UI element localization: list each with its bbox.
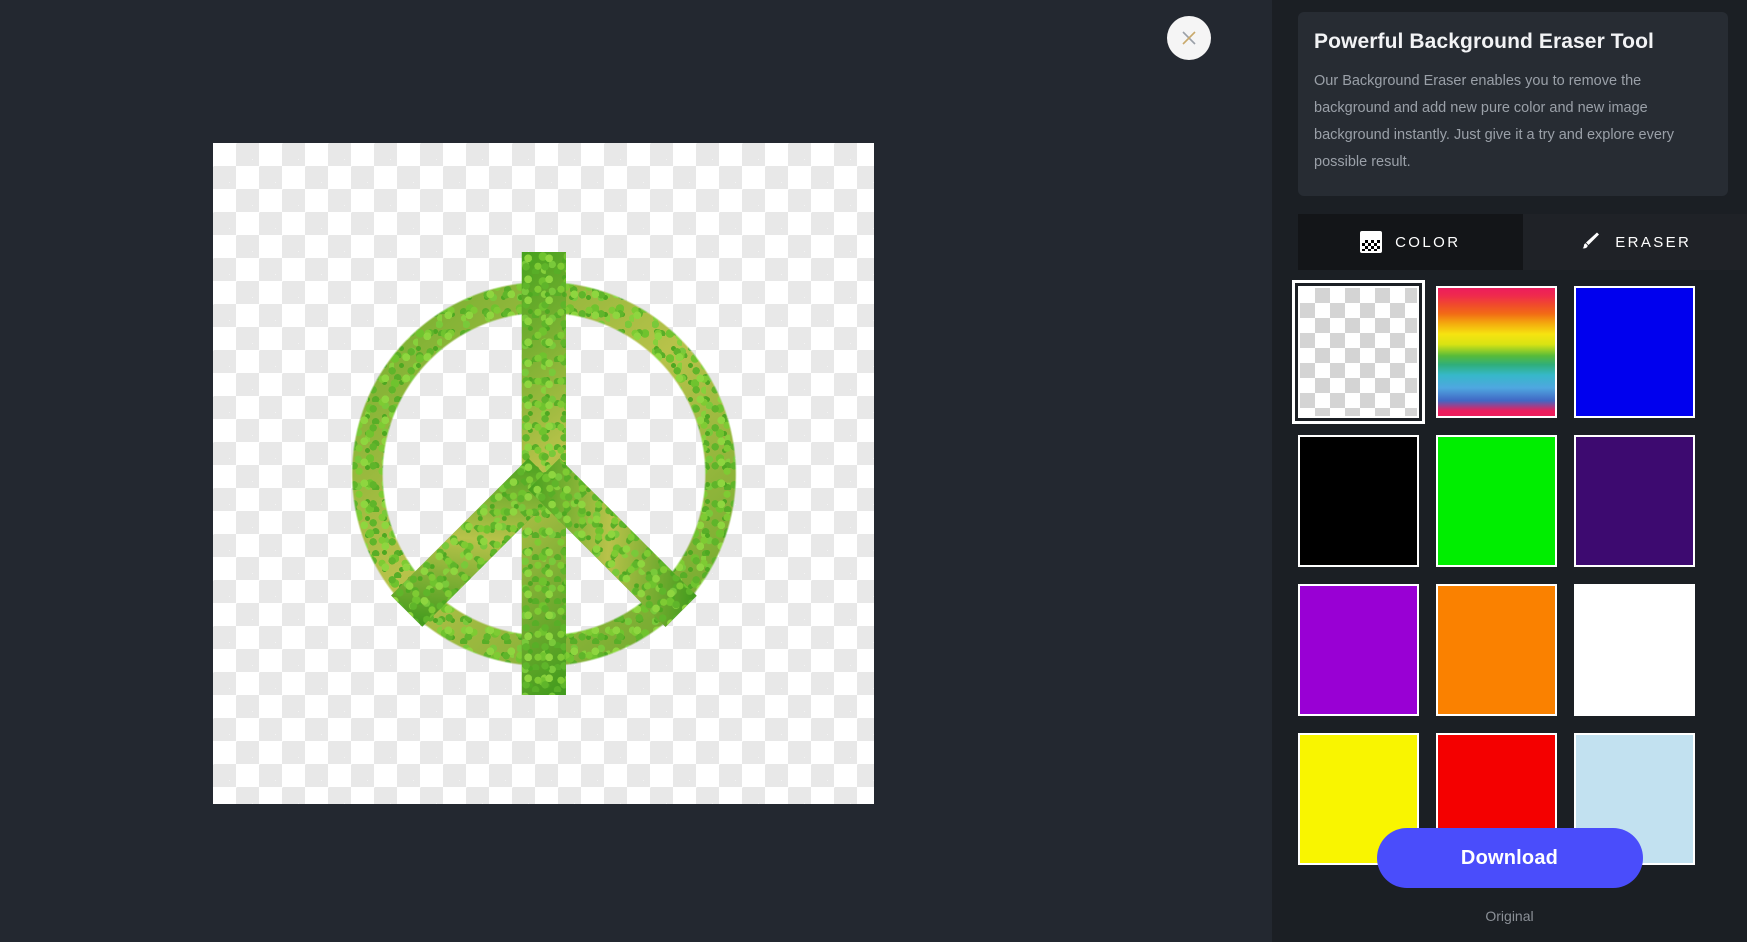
color-swatch-transparent[interactable] xyxy=(1292,280,1425,424)
tab-eraser-label: ERASER xyxy=(1615,233,1692,251)
color-swatch-purple[interactable] xyxy=(1298,584,1419,716)
download-button[interactable]: Download xyxy=(1376,828,1643,888)
color-swatch-rainbow[interactable] xyxy=(1436,286,1557,418)
peace-sign-image xyxy=(273,203,814,744)
image-canvas[interactable] xyxy=(213,143,874,804)
canvas-area xyxy=(0,0,1272,942)
right-panel: Powerful Background Eraser Tool Our Back… xyxy=(1272,0,1747,942)
info-description: Our Background Eraser enables you to rem… xyxy=(1314,73,1675,170)
checkerboard-icon xyxy=(1360,231,1383,253)
status-label: Original xyxy=(1485,908,1534,924)
close-icon xyxy=(1182,31,1196,45)
tab-color[interactable]: COLOR xyxy=(1298,214,1523,270)
info-card: Powerful Background Eraser Tool Our Back… xyxy=(1298,12,1728,196)
close-button[interactable] xyxy=(1167,16,1211,60)
tab-bar: COLOR ERASER xyxy=(1298,214,1747,270)
tab-eraser[interactable]: ERASER xyxy=(1522,214,1747,270)
color-swatch-orange[interactable] xyxy=(1436,584,1557,716)
page-title: Powerful Background Eraser Tool xyxy=(1314,30,1654,53)
color-swatch-white[interactable] xyxy=(1574,584,1695,716)
color-swatch-black[interactable] xyxy=(1298,435,1419,567)
tab-color-label: COLOR xyxy=(1395,233,1461,251)
brush-icon xyxy=(1578,229,1602,256)
color-swatch-grid xyxy=(1292,280,1728,865)
color-swatch-blue[interactable] xyxy=(1574,286,1695,418)
swatch-scroll-area xyxy=(1292,280,1747,865)
color-swatch-dark-purple[interactable] xyxy=(1574,435,1695,567)
color-swatch-green[interactable] xyxy=(1436,435,1557,567)
